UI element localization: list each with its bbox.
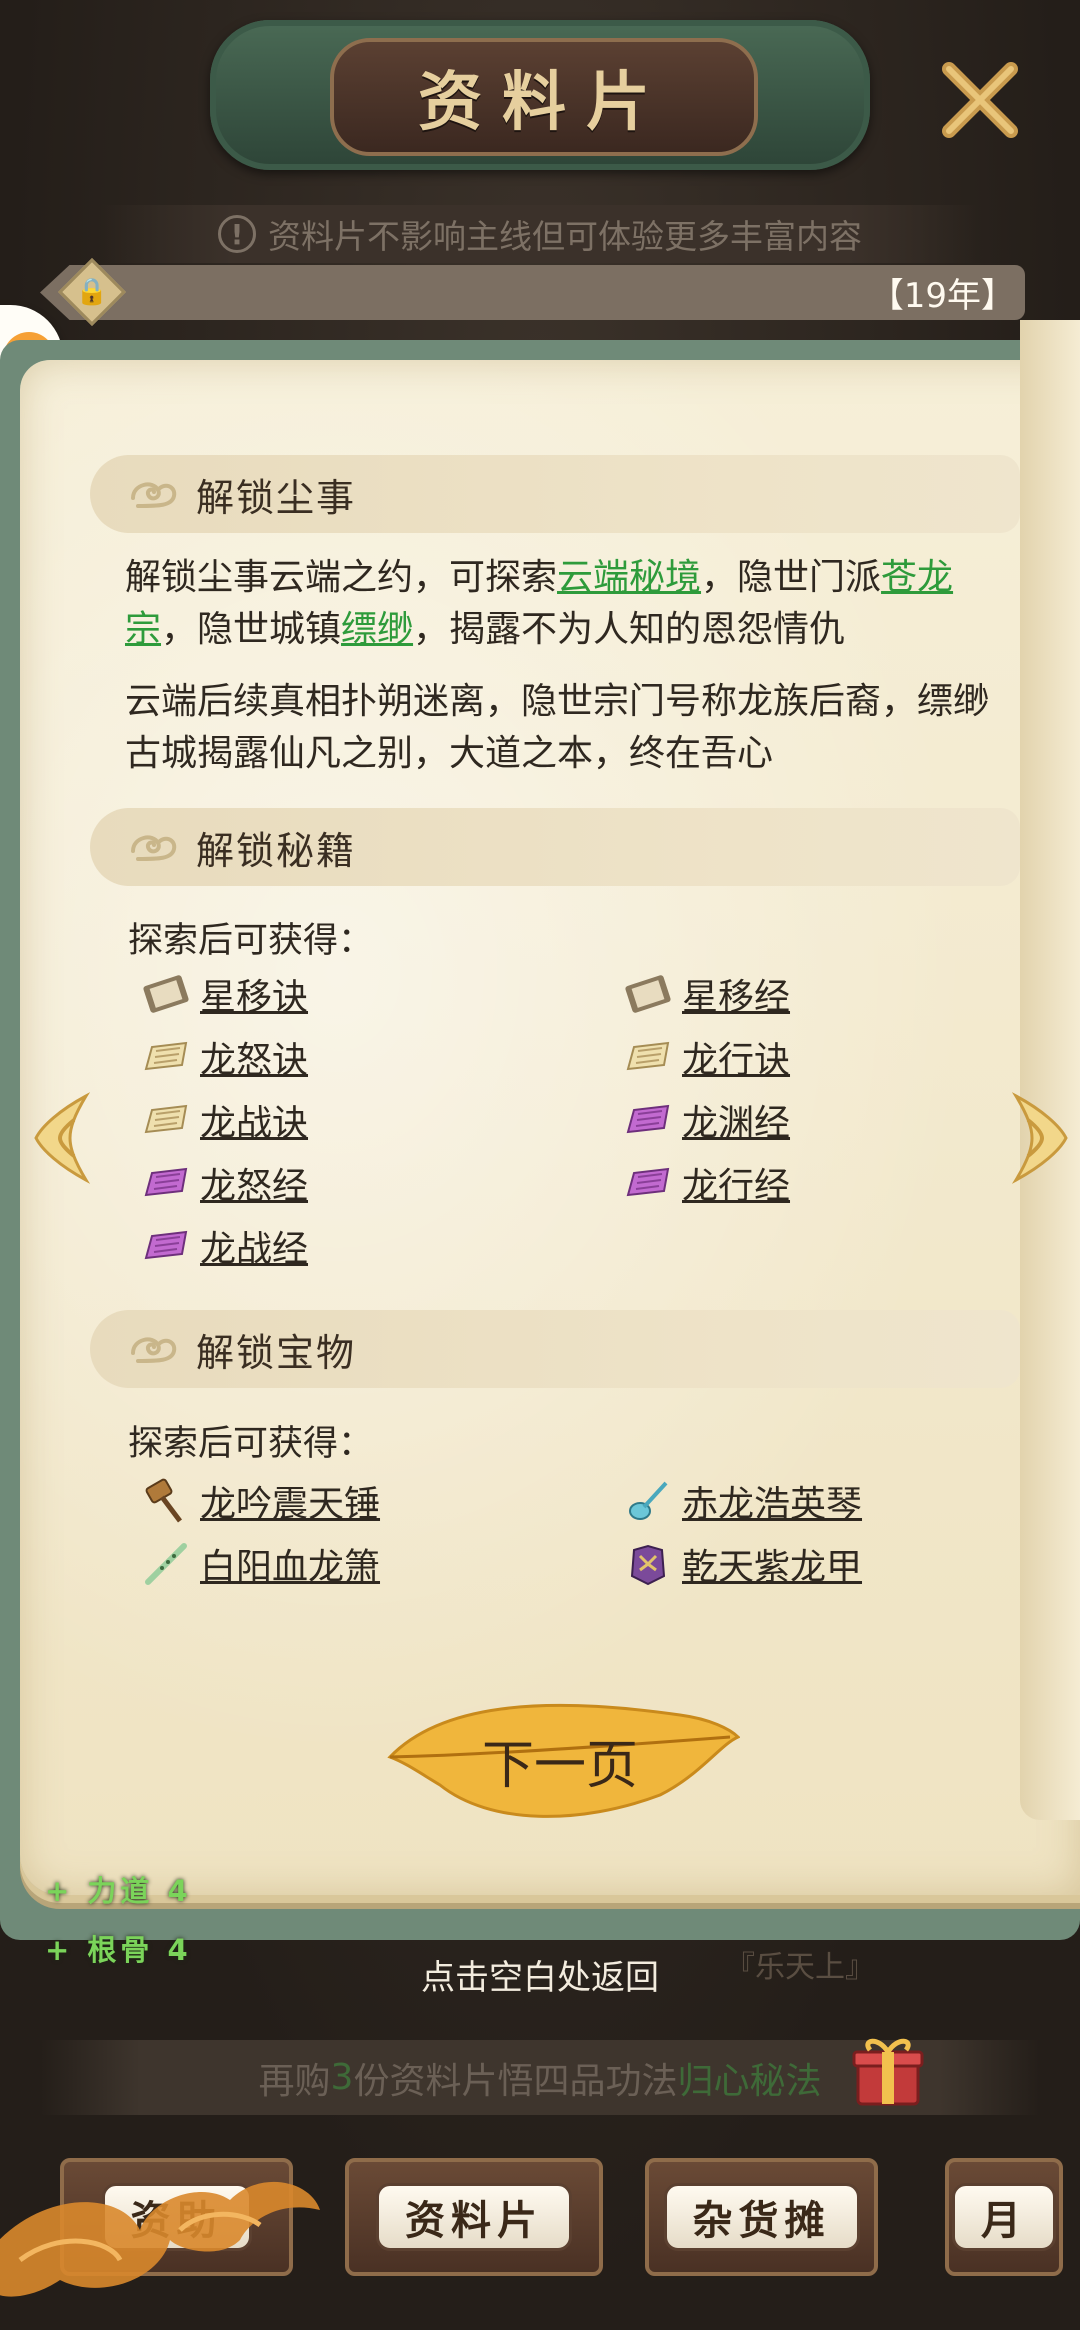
yellow-book-icon	[140, 1094, 192, 1146]
section-header-dust: 解锁尘事	[90, 455, 1020, 533]
manual-item[interactable]: 星移经	[622, 968, 790, 1020]
notice-text: 资料片不影响主线但可体验更多丰富内容	[268, 217, 862, 256]
close-button[interactable]	[925, 55, 1035, 145]
cloud-swirl-icon	[131, 482, 177, 508]
item-name: 龙怒经	[200, 1166, 309, 1207]
lute-icon	[622, 1475, 674, 1527]
item-name: 星移经	[682, 977, 791, 1018]
text-span: ，隐世门派	[701, 557, 882, 598]
manual-item[interactable]: 星移诀	[140, 968, 308, 1020]
manual-item[interactable]: 龙战经	[140, 1220, 308, 1272]
promo-count: 3	[330, 2057, 354, 2098]
yellow-book-icon	[622, 1031, 674, 1083]
hammer-icon	[140, 1475, 192, 1527]
link-piaomiao[interactable]: 缥缈	[341, 609, 413, 650]
chevron-right-icon	[1011, 1092, 1068, 1184]
item-name: 赤龙浩英琴	[682, 1484, 863, 1525]
header-plate: 资料片	[330, 38, 758, 156]
page-curl	[1020, 320, 1080, 1820]
text-span: ，揭露不为人知的恩怨情仇	[413, 609, 846, 650]
next-page-arrow[interactable]	[1008, 1090, 1072, 1186]
item-name: 龙渊经	[682, 1103, 791, 1144]
dust-paragraph-2: 云端后续真相扑朔迷离，隐世宗门号称龙族后裔，缥缈古城揭露仙凡之别，大道之本，终在…	[125, 681, 990, 774]
item-name: 星移诀	[200, 977, 309, 1018]
tab-expansion[interactable]: 资料片	[345, 2158, 603, 2276]
treasures-sub-label: 探索后可获得：	[128, 1424, 374, 1464]
info-icon: !	[218, 215, 256, 253]
manual-item[interactable]: 龙怒诀	[140, 1031, 308, 1083]
yellow-book-icon	[140, 1031, 192, 1083]
tab-monthly[interactable]: 月	[945, 2158, 1063, 2276]
purple-book-icon	[622, 1157, 674, 1209]
tab-label: 月	[952, 2183, 1056, 2251]
gift-icon[interactable]	[848, 2030, 928, 2110]
tab-label: 杂货摊	[663, 2183, 860, 2251]
promo-highlight: 归心秘法	[677, 2060, 822, 2102]
manual-item[interactable]: 龙战诀	[140, 1094, 308, 1146]
section-header-treasures: 解锁宝物	[90, 1310, 1020, 1388]
item-name: 龙战经	[200, 1229, 309, 1270]
section-title: 解锁尘事	[196, 475, 357, 520]
promo-text: 再购	[258, 2060, 331, 2102]
link-cloud-realm[interactable]: 云端秘境	[557, 557, 701, 598]
prev-page-arrow[interactable]	[30, 1090, 94, 1186]
cloud-swirl-icon	[131, 1337, 177, 1363]
text-span: 解锁尘事云端之约，可探索	[125, 557, 558, 598]
item-name: 白阳血龙箫	[200, 1547, 381, 1588]
item-name: 龙吟震天锤	[200, 1484, 381, 1525]
purple-book-icon	[140, 1220, 192, 1272]
tap-to-return-hint: 点击空白处返回	[421, 1958, 659, 1998]
cloud-swirl-icon	[131, 835, 177, 861]
page-title: 资料片	[418, 65, 670, 140]
treasure-item[interactable]: 龙吟震天锤	[140, 1475, 380, 1527]
treasure-item[interactable]: 乾天紫龙甲	[622, 1538, 862, 1590]
section-title: 解锁宝物	[196, 1330, 357, 1375]
lock-badge: 🔒	[58, 258, 126, 326]
tab-general-store[interactable]: 杂货摊	[645, 2158, 878, 2276]
stat-strength: + 力道 4	[45, 1874, 192, 1908]
manual-item[interactable]: 龙行经	[622, 1157, 790, 1209]
text-span: ，隐世城镇	[161, 609, 342, 650]
next-page-button[interactable]: 下一页	[380, 1685, 740, 1825]
item-name: 龙怒诀	[200, 1040, 309, 1081]
flute-icon	[140, 1538, 192, 1590]
manuals-sub-label: 探索后可获得：	[128, 921, 374, 961]
item-name: 龙战诀	[200, 1103, 309, 1144]
item-name: 乾天紫龙甲	[682, 1547, 863, 1588]
treasure-item[interactable]: 白阳血龙箫	[140, 1538, 380, 1590]
promo-text: 份资料片悟四品功法	[353, 2060, 678, 2102]
cloud-decoration	[0, 2181, 320, 2297]
close-icon	[942, 62, 1018, 138]
treasure-item[interactable]: 赤龙浩英琴	[622, 1475, 862, 1527]
scroll-book-icon	[622, 968, 674, 1020]
chevron-left-icon	[34, 1092, 91, 1184]
item-name: 龙行经	[682, 1166, 791, 1207]
manual-item[interactable]: 龙怒经	[140, 1157, 308, 1209]
purple-book-icon	[622, 1094, 674, 1146]
manual-item[interactable]: 龙渊经	[622, 1094, 790, 1146]
purple-book-icon	[140, 1157, 192, 1209]
year-label: 【19年】	[869, 276, 1015, 316]
lock-icon: 🔒	[75, 277, 109, 307]
manual-item[interactable]: 龙行诀	[622, 1031, 790, 1083]
next-page-label: 下一页	[481, 1736, 638, 1796]
tab-label: 资料片	[376, 2183, 572, 2251]
notice-bar: ! 资料片不影响主线但可体验更多丰富内容	[100, 205, 980, 263]
scroll-book-icon	[140, 968, 192, 1020]
section-header-manuals: 解锁秘籍	[90, 808, 1020, 886]
item-name: 龙行诀	[682, 1040, 791, 1081]
section-title: 解锁秘籍	[196, 828, 357, 873]
dust-paragraph-1: 解锁尘事云端之约，可探索云端秘境，隐世门派苍龙宗，隐世城镇缥缈，揭露不为人知的恩…	[125, 552, 1005, 656]
armor-icon	[622, 1538, 674, 1590]
